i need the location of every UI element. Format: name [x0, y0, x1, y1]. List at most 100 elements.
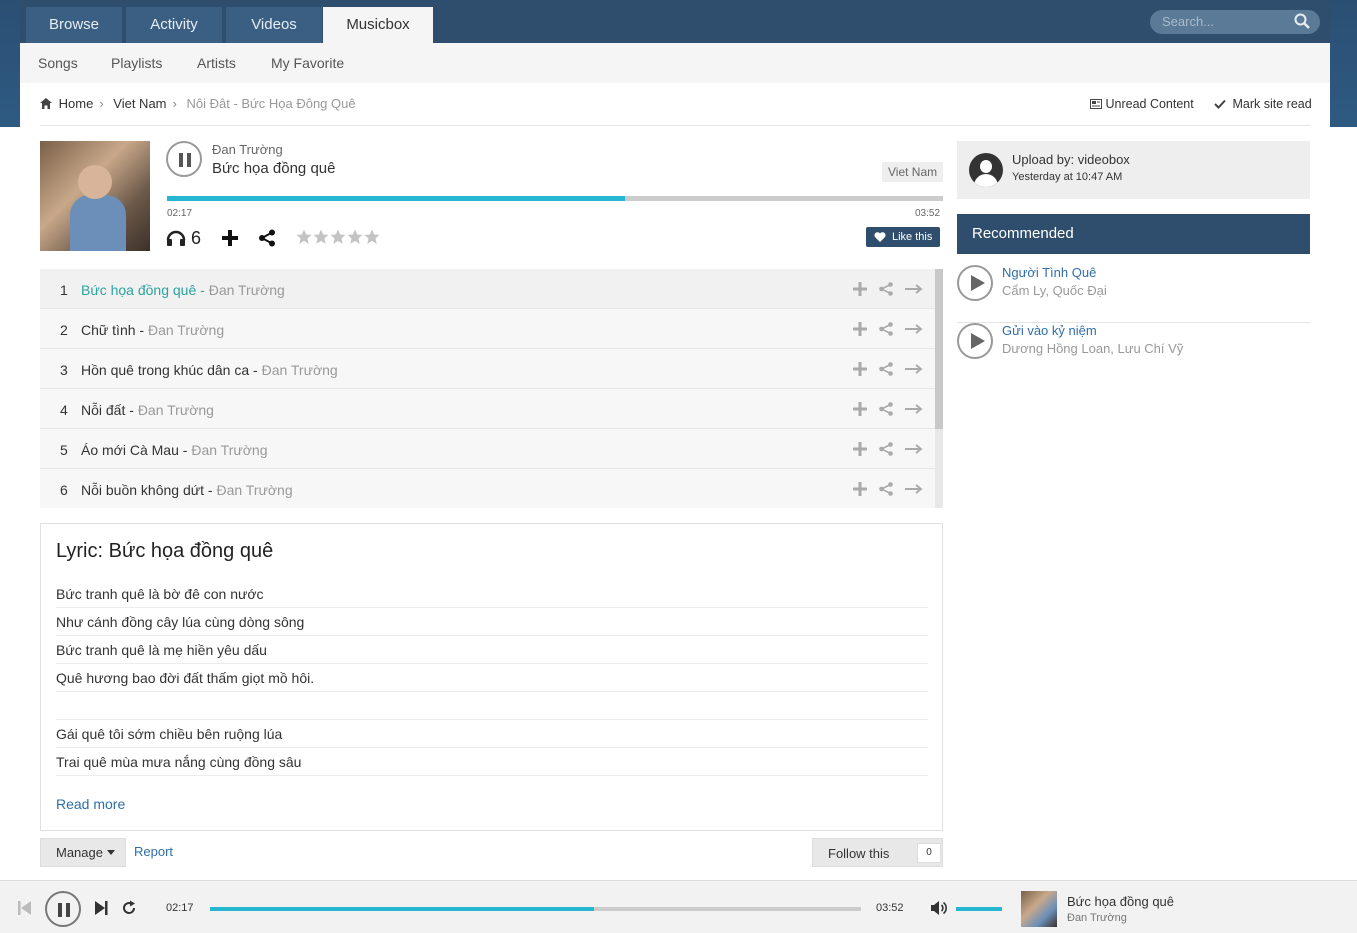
- track-number: 4: [60, 402, 68, 418]
- track-row[interactable]: 6 Nỗi buồn không dứt - Đan Trường: [40, 469, 935, 508]
- track-title[interactable]: Chữ tình - Đan Trường: [81, 322, 224, 338]
- track-row[interactable]: 5 Áo mới Cà Mau - Đan Trường: [40, 429, 935, 469]
- search-icon[interactable]: [1294, 13, 1310, 29]
- recommended-item: Gửi vào kỷ niệm Dương Hồng Loan, Lưu Chí…: [957, 323, 1310, 381]
- volume-icon[interactable]: [930, 900, 948, 916]
- volume-slider[interactable]: [956, 907, 1002, 911]
- arrow-right-icon[interactable]: [905, 322, 923, 336]
- mark-site-read-link[interactable]: Mark site read: [1214, 97, 1312, 111]
- like-button[interactable]: Like this: [866, 227, 940, 247]
- arrow-right-icon[interactable]: [905, 482, 923, 496]
- arrow-right-icon[interactable]: [905, 362, 923, 376]
- genre-badge[interactable]: Viet Nam: [882, 162, 944, 182]
- headphones-icon: [166, 230, 186, 246]
- breadcrumb-viet-nam[interactable]: Viet Nam: [113, 96, 166, 111]
- main-nav: Browse Activity Videos Musicbox: [20, 0, 1330, 43]
- share-icon[interactable]: [258, 229, 276, 247]
- home-icon: [40, 98, 52, 109]
- player-pause-button[interactable]: [45, 891, 81, 927]
- tab-musicbox[interactable]: Musicbox: [323, 7, 433, 43]
- read-more-link[interactable]: Read more: [56, 796, 125, 812]
- add-icon[interactable]: [853, 482, 867, 496]
- lyric-line: Như cánh đồng cây lúa cùng dòng sông: [56, 608, 928, 636]
- share-icon[interactable]: [878, 402, 894, 416]
- breadcrumb: Home › Viet Nam › Nôi Đât - Bức Họa Đông Q…: [40, 96, 362, 111]
- recommended-item: Người Tình Quê Cẩm Ly, Quốc Đại: [957, 265, 1310, 323]
- track-row[interactable]: 4 Nỗi đất - Đan Trường: [40, 389, 935, 429]
- track-list: 1 Bức họa đồng quê - Đan Trường 2 Chữ tì…: [40, 269, 935, 508]
- track-title[interactable]: Bức họa đồng quê - Đan Trường: [81, 282, 285, 298]
- avatar[interactable]: [969, 153, 1003, 187]
- share-icon[interactable]: [878, 442, 894, 456]
- album-art: [40, 141, 150, 251]
- add-icon[interactable]: [853, 322, 867, 336]
- share-icon[interactable]: [878, 282, 894, 296]
- song-artist[interactable]: Đan Trường: [212, 142, 283, 157]
- check-icon: [1214, 99, 1226, 109]
- pause-icon: [179, 153, 183, 167]
- recommended-title[interactable]: Gửi vào kỷ niệm: [1002, 323, 1097, 338]
- track-title[interactable]: Nỗi buồn không dứt - Đan Trường: [81, 482, 293, 498]
- play-button[interactable]: [957, 323, 993, 359]
- subnav-my-favorite[interactable]: My Favorite: [271, 55, 344, 71]
- add-icon[interactable]: [853, 402, 867, 416]
- track-list-scrollbar[interactable]: [935, 269, 943, 508]
- subnav-songs[interactable]: Songs: [38, 55, 78, 71]
- arrow-right-icon[interactable]: [905, 402, 923, 416]
- now-playing-thumbnail: [1021, 891, 1057, 927]
- previous-icon[interactable]: [18, 900, 32, 916]
- breadcrumb-home[interactable]: Home: [59, 96, 94, 111]
- play-button[interactable]: [957, 265, 993, 301]
- recommended-title[interactable]: Người Tình Quê: [1002, 265, 1096, 280]
- follow-button[interactable]: Follow this 0: [812, 838, 943, 867]
- repeat-icon[interactable]: [121, 900, 137, 916]
- track-title[interactable]: Áo mới Cà Mau - Đan Trường: [81, 442, 267, 458]
- scrollbar-thumb[interactable]: [935, 269, 943, 429]
- heart-icon: [874, 232, 886, 242]
- manage-dropdown[interactable]: Manage: [40, 838, 126, 867]
- lyric-line: Bức tranh quê là bờ đê con nước: [56, 580, 928, 608]
- subnav-artists[interactable]: Artists: [197, 55, 236, 71]
- add-icon[interactable]: [853, 362, 867, 376]
- lyric-panel: Lyric: Bức họa đồng quê Bức tranh quê là…: [40, 523, 943, 831]
- search-input[interactable]: Search...: [1150, 10, 1320, 34]
- song-current-time: 02:17: [167, 208, 193, 219]
- share-icon[interactable]: [878, 362, 894, 376]
- star-icon[interactable]: [364, 229, 380, 245]
- recommended-artists: Cẩm Ly, Quốc Đại: [1002, 283, 1107, 298]
- share-icon[interactable]: [878, 482, 894, 496]
- track-actions: [842, 482, 923, 499]
- star-icon[interactable]: [330, 229, 346, 245]
- share-icon[interactable]: [878, 322, 894, 336]
- now-playing-artist: Đan Trường: [1067, 912, 1127, 924]
- uploader-name[interactable]: Upload by: videobox: [1012, 152, 1130, 167]
- track-row[interactable]: 2 Chữ tình - Đan Trường: [40, 309, 935, 349]
- add-icon[interactable]: [853, 282, 867, 296]
- player-progress-bar[interactable]: [210, 907, 861, 911]
- tab-videos[interactable]: Videos: [226, 7, 322, 43]
- song-progress-bar[interactable]: [167, 196, 943, 201]
- subnav-playlists[interactable]: Playlists: [111, 55, 162, 71]
- track-title[interactable]: Hồn quê trong khúc dân ca - Đan Trường: [81, 362, 338, 378]
- unread-content-link[interactable]: Unread Content: [1090, 97, 1194, 111]
- song-total-time: 03:52: [915, 208, 941, 219]
- song-title: Bức họa đồng quê: [212, 160, 336, 177]
- next-icon[interactable]: [94, 900, 108, 916]
- track-row[interactable]: 1 Bức họa đồng quê - Đan Trường: [40, 269, 935, 309]
- add-to-playlist-icon[interactable]: [221, 229, 239, 247]
- now-playing-title[interactable]: Bức họa đồng quê: [1067, 894, 1174, 909]
- pause-button[interactable]: [166, 141, 202, 177]
- star-icon[interactable]: [296, 229, 312, 245]
- track-title[interactable]: Nỗi đất - Đan Trường: [81, 402, 214, 418]
- add-icon[interactable]: [853, 442, 867, 456]
- arrow-right-icon[interactable]: [905, 282, 923, 296]
- rating-stars[interactable]: [296, 229, 380, 248]
- tab-browse[interactable]: Browse: [26, 7, 122, 43]
- star-icon[interactable]: [313, 229, 329, 245]
- report-link[interactable]: Report: [134, 844, 173, 859]
- arrow-right-icon[interactable]: [905, 442, 923, 456]
- star-icon[interactable]: [347, 229, 363, 245]
- tab-activity[interactable]: Activity: [126, 7, 222, 43]
- track-row[interactable]: 3 Hồn quê trong khúc dân ca - Đan Trường: [40, 349, 935, 389]
- recommended-artists: Dương Hồng Loan, Lưu Chí Vỹ: [1002, 341, 1184, 356]
